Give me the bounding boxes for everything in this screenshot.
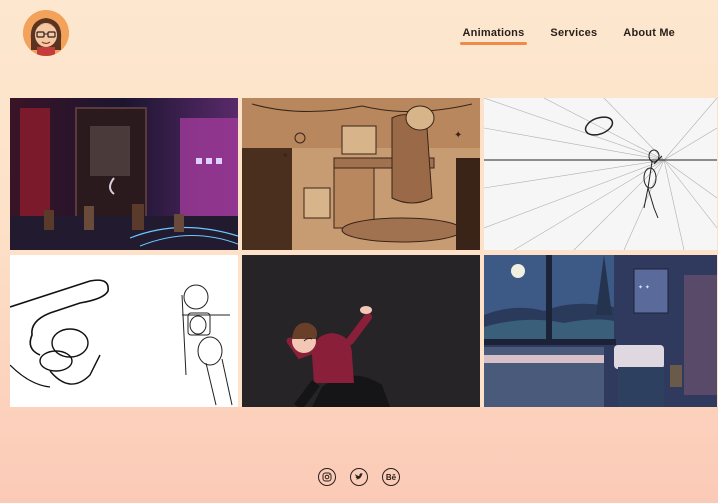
nav-services[interactable]: Services [547,24,600,45]
gallery-item-dab-character[interactable] [242,255,480,407]
gallery-item-dark-room[interactable] [10,98,238,250]
behance-label: Bē [385,472,397,482]
svg-text:✦: ✦ [282,151,289,160]
gallery-item-night-bedroom[interactable]: ✦ ✦ [484,255,717,407]
animation-gallery: ✦ ✦ ✦ ✦ [10,98,718,407]
gallery-item-desk-sketch[interactable]: ✦ ✦ [242,98,480,250]
nav-about-me[interactable]: About Me [620,24,678,45]
svg-text:✦: ✦ [454,130,462,141]
gallery-item-pointing-hand[interactable] [10,255,238,407]
instagram-icon[interactable] [318,468,336,486]
behance-icon[interactable]: Bē [382,468,400,486]
main-nav: Animations Services About Me [440,24,678,45]
svg-text:✦ ✦: ✦ ✦ [638,284,650,291]
gallery-item-perspective-sketch[interactable] [484,98,717,250]
social-links: Bē [0,468,718,486]
twitter-icon[interactable] [350,468,368,486]
cartoon-avatar-icon[interactable] [23,10,69,56]
nav-animations[interactable]: Animations [459,24,528,45]
site-header: Animations Services About Me [0,0,718,98]
